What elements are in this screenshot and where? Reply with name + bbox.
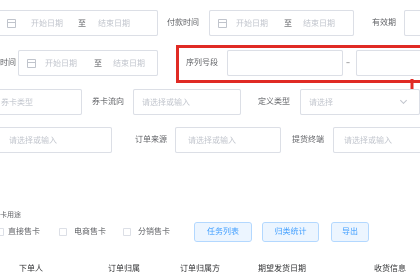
direct-sale-label[interactable]: 直接售卡 [8, 227, 40, 237]
direct-sale-checkbox[interactable] [0, 228, 4, 236]
calendar-icon [27, 59, 36, 68]
column-header-orderer: 下单人 [19, 264, 43, 273]
row2-time-label: 时间 [0, 58, 16, 67]
coupon-flow-placeholder: 请选择或输入 [142, 98, 190, 107]
coupon-type-input[interactable]: 券卡类型 [0, 89, 82, 115]
to-separator: 至 [94, 59, 102, 68]
end-date-placeholder: 结束日期 [98, 19, 130, 28]
column-header-expected-ship-date: 期望发货日期 [258, 264, 306, 273]
column-header-order-owner-party: 订单归属方 [180, 264, 220, 273]
annotation-highlight-box [176, 45, 420, 83]
archive-stats-button[interactable]: 归类统计 [262, 222, 319, 242]
pickup-terminal-label: 提货终端 [292, 135, 324, 144]
pickup-terminal-select[interactable]: 请选择或输入 [333, 127, 420, 153]
validity-label: 有效期 [372, 18, 396, 27]
start-end-date-range-2[interactable]: 开始日期 至 结束日期 [18, 50, 158, 76]
start-date-placeholder: 开始日期 [45, 59, 77, 68]
coupon-type-text: 券卡类型 [1, 98, 33, 107]
definition-type-select[interactable]: 请选择 [300, 89, 420, 115]
card-usage-label: 卡用途 [0, 211, 21, 219]
calendar-icon [7, 19, 16, 28]
distribution-sale-label[interactable]: 分销售卡 [138, 227, 170, 237]
ecommerce-sale-label[interactable]: 电商售卡 [74, 227, 106, 237]
calendar-icon [218, 19, 227, 28]
distribution-sale-checkbox[interactable] [123, 228, 131, 236]
start-date-placeholder: 开始日期 [236, 19, 268, 28]
column-header-order-ownership: 订单归属 [108, 264, 140, 273]
start-end-date-range-1[interactable]: 开始日期 至 结束日期 [0, 10, 158, 36]
start-date-placeholder: 开始日期 [31, 19, 63, 28]
payment-time-date-range[interactable]: 开始日期 至 结束日期 [209, 10, 354, 36]
pickup-terminal-placeholder: 请选择或输入 [344, 136, 392, 145]
end-date-placeholder: 结束日期 [113, 59, 145, 68]
to-separator: 至 [284, 19, 292, 28]
row4-first-placeholder: 请选择或输入 [9, 136, 57, 145]
definition-type-label: 定义类型 [258, 97, 290, 106]
ecommerce-sale-checkbox[interactable] [59, 228, 67, 236]
definition-type-placeholder: 请选择 [309, 98, 333, 107]
to-separator: 至 [78, 19, 86, 28]
order-source-select[interactable]: 请选择或输入 [175, 127, 281, 153]
coupon-flow-select[interactable]: 请选择或输入 [133, 89, 241, 115]
chevron-down-icon [399, 96, 408, 105]
row4-first-select[interactable]: 请选择或输入 [0, 127, 112, 153]
order-source-label: 订单来源 [135, 135, 167, 144]
column-header-receiving-info: 收货信息 [374, 264, 406, 273]
export-button[interactable]: 导出 [331, 222, 369, 242]
payment-time-label: 付款时间 [167, 18, 199, 27]
end-date-placeholder: 结束日期 [303, 19, 335, 28]
task-list-button[interactable]: 任务列表 [194, 222, 252, 242]
coupon-flow-label: 券卡流向 [92, 97, 124, 106]
order-source-placeholder: 请选择或输入 [188, 136, 236, 145]
table-header-row: 下单人 订单归属 订单归属方 期望发货日期 收货信息 [0, 258, 420, 280]
validity-input[interactable] [404, 10, 420, 36]
